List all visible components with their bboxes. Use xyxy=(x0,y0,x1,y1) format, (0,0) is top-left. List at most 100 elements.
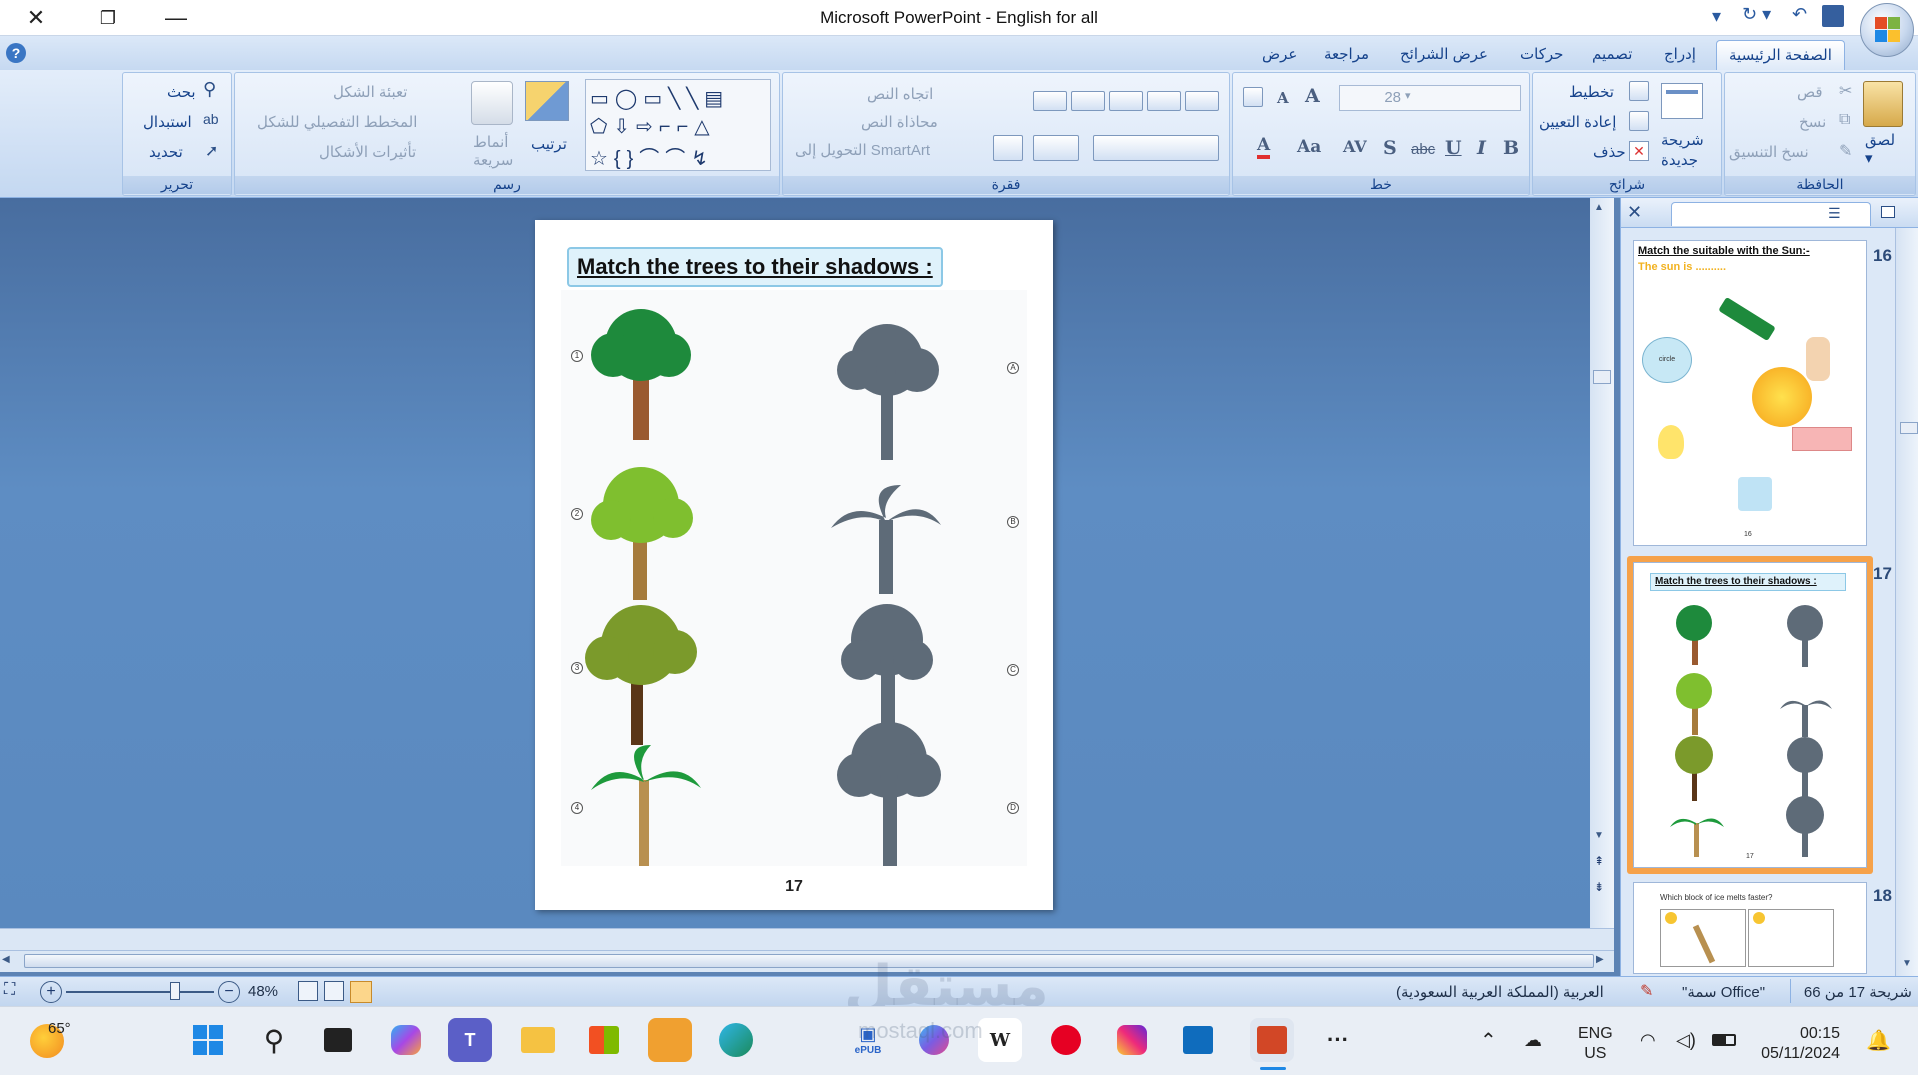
panel-scroll-thumb[interactable] xyxy=(1900,422,1918,434)
grow-font-button[interactable]: A xyxy=(1305,85,1320,107)
panel-scroll-down-icon[interactable]: ▼ xyxy=(1902,958,1912,969)
more-apps-icon[interactable]: ··· xyxy=(1316,1018,1360,1062)
teams-icon[interactable]: T xyxy=(448,1018,492,1062)
vertical-scrollbar[interactable]: ▲ ▼ ⇞ ⇟ xyxy=(1590,198,1614,928)
redo-icon[interactable]: ↻ ▾ xyxy=(1742,4,1782,28)
close-panel-icon[interactable]: ✕ xyxy=(1627,202,1642,223)
bullets-icon[interactable] xyxy=(1185,91,1219,111)
undo-icon[interactable]: ↶ xyxy=(1792,4,1807,25)
underline-button[interactable]: U xyxy=(1445,137,1462,159)
powerpoint-taskbar-icon[interactable] xyxy=(1250,1018,1294,1062)
format-painter-button[interactable]: نسخ التنسيق xyxy=(1729,143,1809,161)
paste-icon[interactable] xyxy=(1863,81,1903,127)
start-icon[interactable] xyxy=(186,1018,230,1062)
find-button[interactable]: بحث xyxy=(167,83,196,101)
input-language[interactable]: ENG US xyxy=(1578,1024,1613,1064)
copy-button[interactable]: نسخ xyxy=(1799,113,1826,131)
slide-canvas[interactable]: Match the trees to their shadows : 1 2 3… xyxy=(535,220,1053,910)
office-button[interactable] xyxy=(1860,3,1914,57)
vertical-scroll-thumb[interactable] xyxy=(1593,370,1611,384)
line-spacing-icon[interactable] xyxy=(1033,91,1067,111)
layout-button[interactable]: تخطيط xyxy=(1569,83,1614,101)
tab-home[interactable]: الصفحة الرئيسية xyxy=(1716,40,1845,71)
notifications-icon[interactable]: 🔔 xyxy=(1866,1028,1891,1053)
shadow-button[interactable]: S xyxy=(1383,137,1397,159)
scroll-left-icon[interactable]: ◀ xyxy=(2,954,10,965)
customize-quick-access-icon[interactable]: ▾ xyxy=(1712,6,1721,27)
wikipedia-icon[interactable]: W xyxy=(978,1018,1022,1062)
previous-slide-icon[interactable]: ⇞ xyxy=(1594,854,1604,868)
file-explorer-icon[interactable] xyxy=(516,1018,560,1062)
cut-button[interactable]: قص xyxy=(1797,83,1823,101)
pinterest-icon[interactable] xyxy=(1044,1018,1088,1062)
thumbnail-slide-17[interactable]: Match the trees to their shadows : 17 xyxy=(1633,562,1867,868)
copilot-icon[interactable] xyxy=(384,1018,428,1062)
language-indicator[interactable]: العربية (المملكة العربية السعودية) xyxy=(1396,983,1604,1001)
quick-styles-button[interactable]: أنماط xyxy=(473,133,508,151)
battery-icon[interactable] xyxy=(1712,1034,1736,1046)
arrange-icon[interactable] xyxy=(525,81,569,121)
numbering-icon[interactable] xyxy=(1147,91,1181,111)
outlook-icon[interactable] xyxy=(1176,1018,1220,1062)
zoom-slider[interactable] xyxy=(66,991,214,993)
thumbnail-slide-18[interactable]: Which block of ice melts faster? xyxy=(1633,882,1867,974)
tab-slides[interactable] xyxy=(1881,206,1895,218)
clock[interactable]: 00:15 05/11/2024 xyxy=(1760,1024,1840,1064)
horizontal-scroll-thumb[interactable] xyxy=(24,954,1594,968)
zoom-out-button[interactable]: − xyxy=(218,981,240,1003)
select-button[interactable]: تحديد xyxy=(149,143,183,161)
new-slide-icon[interactable] xyxy=(1661,83,1703,119)
normal-view-icon[interactable] xyxy=(350,981,372,1003)
new-slide-button[interactable]: شريحة xyxy=(1661,131,1704,149)
decrease-indent-icon[interactable] xyxy=(1071,91,1105,111)
tab-design[interactable]: تصميم xyxy=(1592,45,1632,63)
paste-button[interactable]: لصق xyxy=(1865,131,1895,149)
help-icon[interactable]: ? xyxy=(6,43,26,63)
reset-button[interactable]: إعادة التعيين xyxy=(1539,113,1616,131)
tab-animations[interactable]: حركات xyxy=(1520,45,1563,63)
strikethrough-button[interactable]: abc xyxy=(1411,141,1435,158)
scroll-up-icon[interactable]: ▲ xyxy=(1594,202,1604,213)
show-hidden-icons[interactable]: ⌃ xyxy=(1480,1028,1497,1053)
rtl-ltr-icon[interactable] xyxy=(1033,135,1079,161)
next-slide-icon[interactable]: ⇟ xyxy=(1594,880,1604,894)
thumbnail-slide-16[interactable]: Match the suitable with the Sun:- The su… xyxy=(1633,240,1867,546)
onedrive-icon[interactable]: ☁ xyxy=(1524,1030,1542,1051)
bold-button[interactable]: B xyxy=(1503,137,1519,159)
shapes-gallery[interactable]: ▭◯▭╲╲▤ ⬠⇩⇨⌐⌐△ ☆{}⌒⌒↯ xyxy=(585,79,771,171)
columns-icon[interactable] xyxy=(993,135,1023,161)
instagram-icon[interactable] xyxy=(1110,1018,1154,1062)
slide-title[interactable]: Match the trees to their shadows : xyxy=(567,247,943,287)
increase-indent-icon[interactable] xyxy=(1109,91,1143,111)
font-color-button[interactable]: A xyxy=(1257,135,1271,159)
save-icon[interactable] xyxy=(1822,5,1844,27)
fit-to-window-icon[interactable]: ⛶ xyxy=(4,981,15,999)
scroll-down-icon[interactable]: ▼ xyxy=(1594,830,1604,841)
sorter-view-icon[interactable] xyxy=(324,981,344,1001)
slideshow-view-icon[interactable] xyxy=(298,981,318,1001)
tab-slide-show[interactable]: عرض الشرائح xyxy=(1400,45,1488,63)
align-text-button[interactable]: محاذاة النص xyxy=(861,113,938,131)
font-size-dropdown-icon[interactable]: ▾ xyxy=(1405,89,1411,102)
quick-styles-button-line2[interactable]: سريعة xyxy=(473,151,513,169)
font-size-input[interactable]: 28 xyxy=(1339,89,1401,106)
new-slide-button-line2[interactable]: جديدة xyxy=(1661,152,1698,169)
panel-scrollbar[interactable]: ▼ xyxy=(1895,228,1918,976)
tab-insert[interactable]: إدراج xyxy=(1664,45,1696,63)
shrink-font-button[interactable]: A xyxy=(1277,89,1289,107)
tab-view[interactable]: عرض xyxy=(1262,45,1297,63)
wifi-icon[interactable]: ◠ xyxy=(1640,1030,1656,1051)
spelling-icon[interactable]: ✎ xyxy=(1640,981,1653,1001)
horizontal-scrollbar[interactable]: ◀ ▶ xyxy=(0,950,1614,972)
zoom-in-button[interactable]: + xyxy=(40,981,62,1003)
delete-slide-button[interactable]: حذف xyxy=(1593,143,1626,161)
shape-outline-button[interactable]: المخطط التفصيلي للشكل xyxy=(257,113,417,131)
app-orange-icon[interactable] xyxy=(648,1018,692,1062)
shape-effects-button[interactable]: تأثيرات الأشكال xyxy=(319,143,416,161)
arrange-button[interactable]: ترتيب xyxy=(531,135,567,153)
task-view-icon[interactable] xyxy=(316,1018,360,1062)
worksheet-image[interactable]: 1 2 3 4 A B C D xyxy=(561,290,1027,866)
italic-button[interactable]: I xyxy=(1477,137,1486,159)
volume-icon[interactable]: ◁) xyxy=(1676,1030,1696,1051)
edge-icon[interactable] xyxy=(714,1018,758,1062)
